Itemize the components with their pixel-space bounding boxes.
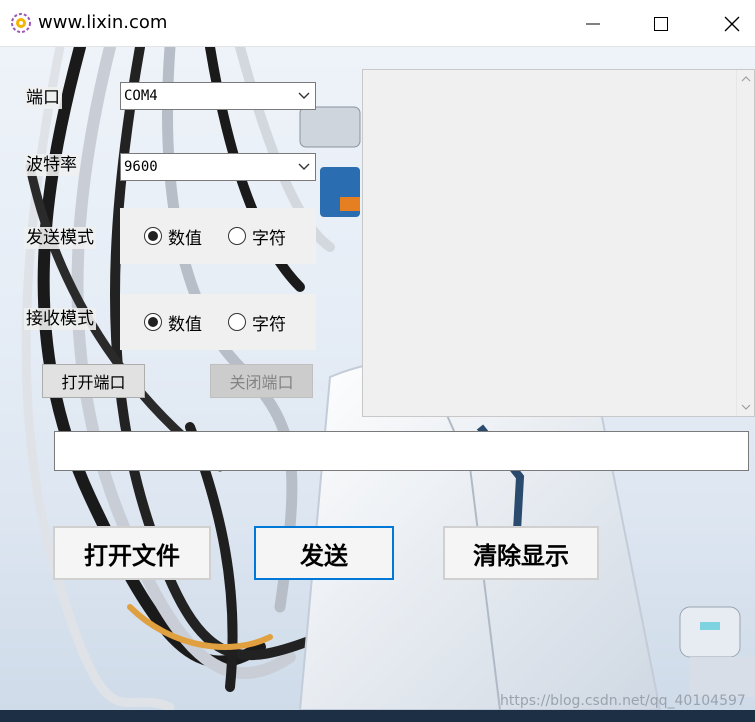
- client-area: 端口 COM4 波特率 9600 发送模式 数值 字符 接收模式 数值 字符 打…: [0, 47, 755, 710]
- send-mode-group: 数值 字符: [120, 208, 316, 264]
- send-mode-numeric-radio[interactable]: 数值: [144, 224, 202, 249]
- close-port-button[interactable]: 关闭端口: [210, 364, 313, 398]
- clear-display-button[interactable]: 清除显示: [443, 526, 599, 580]
- baud-select[interactable]: 9600: [120, 153, 316, 181]
- maximize-icon: [654, 16, 668, 31]
- open-file-button[interactable]: 打开文件: [53, 526, 211, 580]
- send-button[interactable]: 发送: [254, 526, 394, 580]
- taskbar-strip: [0, 710, 755, 722]
- port-select[interactable]: COM4: [120, 82, 316, 110]
- scroll-up-icon[interactable]: [737, 70, 755, 88]
- radio-unselected-icon: [228, 313, 246, 331]
- window-title: www.lixin.com: [38, 12, 168, 33]
- send-mode-char-label: 字符: [252, 228, 286, 249]
- recv-mode-char-label: 字符: [252, 314, 286, 335]
- send-input[interactable]: [54, 431, 749, 471]
- title-bar: www.lixin.com: [0, 0, 755, 47]
- receive-display[interactable]: [362, 69, 755, 417]
- send-mode-char-radio[interactable]: 字符: [228, 224, 286, 249]
- recv-mode-label: 接收模式: [24, 308, 96, 330]
- baud-label: 波特率: [24, 154, 79, 176]
- minimize-icon: [586, 23, 600, 24]
- close-button[interactable]: [709, 0, 755, 47]
- receive-scrollbar[interactable]: [736, 70, 754, 416]
- port-label: 端口: [24, 87, 62, 109]
- recv-mode-numeric-label: 数值: [168, 314, 202, 335]
- port-select-value: COM4: [124, 88, 158, 104]
- close-icon: [724, 16, 740, 31]
- recv-mode-char-radio[interactable]: 字符: [228, 310, 286, 335]
- baud-select-value: 9600: [124, 159, 158, 175]
- send-mode-label: 发送模式: [24, 227, 96, 249]
- maximize-button[interactable]: [638, 0, 684, 47]
- open-port-button[interactable]: 打开端口: [42, 364, 145, 398]
- scroll-down-icon[interactable]: [737, 398, 755, 416]
- watermark: https://blog.csdn.net/qq_40104597: [500, 693, 746, 709]
- send-mode-numeric-label: 数值: [168, 228, 202, 249]
- chevron-down-icon: [293, 154, 315, 180]
- radio-selected-icon: [144, 313, 162, 331]
- app-icon: [10, 12, 32, 34]
- recv-mode-group: 数值 字符: [120, 294, 316, 350]
- radio-unselected-icon: [228, 227, 246, 245]
- radio-selected-icon: [144, 227, 162, 245]
- minimize-button[interactable]: [570, 0, 616, 47]
- recv-mode-numeric-radio[interactable]: 数值: [144, 310, 202, 335]
- chevron-down-icon: [293, 83, 315, 109]
